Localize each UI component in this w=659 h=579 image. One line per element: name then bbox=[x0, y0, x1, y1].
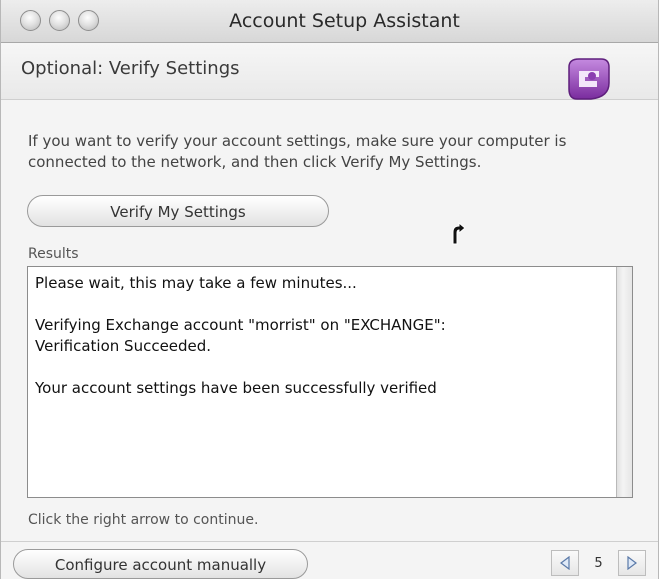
continue-hint: Click the right arrow to continue. bbox=[28, 512, 259, 528]
results-line: Please wait, this may take a few minutes… bbox=[35, 274, 357, 292]
previous-step-button[interactable] bbox=[551, 550, 579, 576]
results-content: Please wait, this may take a few minutes… bbox=[35, 273, 610, 399]
results-line: Verifying Exchange account "morrist" on … bbox=[35, 316, 446, 334]
account-setup-window: Account Setup Assistant Optional: Verify… bbox=[0, 0, 659, 579]
left-arrow-icon bbox=[560, 556, 570, 570]
step-title: Optional: Verify Settings bbox=[21, 58, 240, 79]
footer-divider bbox=[1, 541, 658, 542]
title-bar[interactable]: Account Setup Assistant bbox=[1, 0, 658, 43]
exchange-logo-icon bbox=[568, 58, 610, 100]
results-line: Your account settings have been successf… bbox=[35, 379, 437, 397]
step-header: Optional: Verify Settings bbox=[1, 43, 658, 100]
right-arrow-icon bbox=[627, 556, 637, 570]
window-title: Account Setup Assistant bbox=[229, 10, 460, 32]
mouse-cursor-icon bbox=[452, 222, 466, 245]
configure-manually-button[interactable]: Configure account manually bbox=[13, 549, 308, 579]
instructions-text: If you want to verify your account setti… bbox=[28, 132, 567, 171]
results-scrollbar[interactable] bbox=[616, 267, 632, 497]
next-step-button[interactable] bbox=[618, 550, 646, 576]
step-pager: 5 bbox=[551, 549, 646, 577]
results-label: Results bbox=[28, 246, 79, 262]
page-number: 5 bbox=[594, 555, 603, 571]
results-text-area[interactable]: Please wait, this may take a few minutes… bbox=[27, 266, 633, 498]
results-line: Verification Succeeded. bbox=[35, 337, 212, 355]
verify-my-settings-button[interactable]: Verify My Settings bbox=[27, 195, 329, 227]
